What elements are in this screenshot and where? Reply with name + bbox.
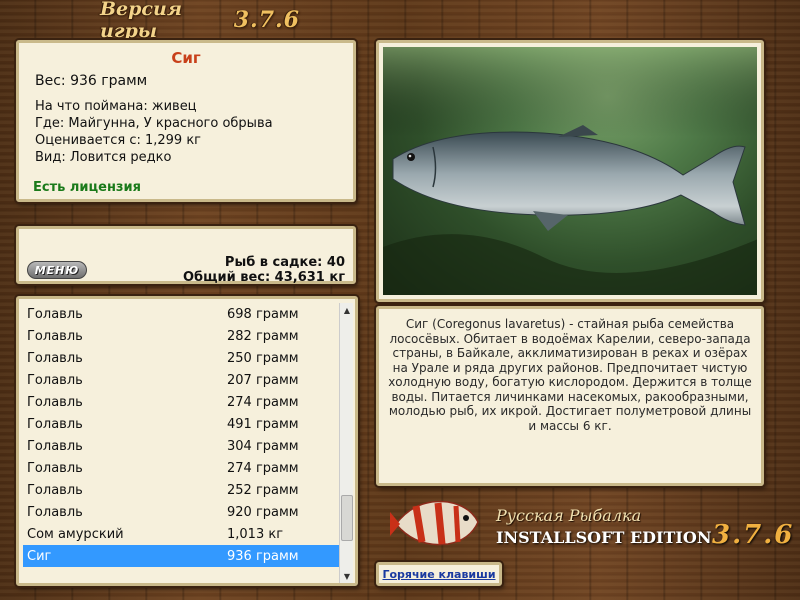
- keepnet-stats-panel: МЕНЮ Рыб в садке: 40 Общий вес: 43,631 к…: [16, 226, 356, 285]
- catch-fish-name: Сом амурский: [27, 526, 124, 542]
- catch-list-row[interactable]: Голавль 491 грамм: [23, 413, 341, 435]
- catch-list-row[interactable]: Голавль 207 грамм: [23, 369, 341, 391]
- catch-list-row[interactable]: Голавль 250 грамм: [23, 347, 341, 369]
- fish-value: Оценивается с: 1,299 кг: [35, 133, 202, 148]
- catch-fish-weight: 920 грамм: [227, 504, 299, 520]
- catch-list-row[interactable]: Голавль 920 грамм: [23, 501, 341, 523]
- list-scrollbar[interactable]: ▲ ▼: [339, 303, 353, 583]
- catch-fish-weight: 304 грамм: [227, 438, 299, 454]
- catch-fish-weight: 282 грамм: [227, 328, 299, 344]
- fish-count: Рыб в садке: 40: [224, 255, 345, 270]
- fish-location: Где: Майгунна, У красного обрыва: [35, 116, 273, 131]
- catch-fish-weight: 252 грамм: [227, 482, 299, 498]
- catch-fish-weight: 274 грамм: [227, 460, 299, 476]
- fish-weight: Вес: 936 грамм: [35, 73, 148, 89]
- catch-fish-name: Голавль: [27, 416, 83, 432]
- keepnet-stats: Рыб в садке: 40 Общий вес: 43,631 кг: [183, 255, 345, 285]
- scroll-thumb[interactable]: [341, 495, 353, 541]
- catch-list[interactable]: Голавль 698 грамм Голавль 282 грамм Голавль 2…: [23, 303, 341, 583]
- fish-info-panel: Сиг Вес: 936 грамм На что поймана: живец…: [16, 40, 356, 202]
- catch-list-row[interactable]: Голавль 304 грамм: [23, 435, 341, 457]
- catch-fish-name: Голавль: [27, 482, 83, 498]
- license-status: Есть лицензия: [33, 180, 141, 195]
- fish-description-panel: Сиг (Coregonus lavaretus) - стайная рыба…: [376, 306, 764, 486]
- catch-fish-name: Голавль: [27, 394, 83, 410]
- catch-fish-weight: 274 грамм: [227, 394, 299, 410]
- catch-fish-name: Голавль: [27, 328, 83, 344]
- hotkeys-link[interactable]: Горячие клавиши: [382, 568, 495, 581]
- fish-bait: На что поймана: живец: [35, 99, 197, 114]
- catch-fish-weight: 207 грамм: [227, 372, 299, 388]
- fish-photo-panel: [376, 40, 764, 302]
- logo-version: 3.7.6: [712, 520, 795, 550]
- fish-logo-icon: [390, 500, 479, 546]
- catch-fish-name: Голавль: [27, 350, 83, 366]
- catch-fish-name: Голавль: [27, 306, 83, 322]
- catch-list-row[interactable]: Голавль 252 грамм: [23, 479, 341, 501]
- catch-fish-weight: 491 грамм: [227, 416, 299, 432]
- catch-list-row[interactable]: Голавль 698 грамм: [23, 303, 341, 325]
- catch-list-row[interactable]: Голавль 274 грамм: [23, 391, 341, 413]
- version-label: Версия игры: [100, 0, 182, 42]
- logo-edition: INSTALLSOFT EDITION: [496, 528, 712, 547]
- catch-fish-weight: 936 грамм: [227, 548, 299, 564]
- logo-title: Русская Рыбалка: [496, 506, 642, 525]
- menu-button[interactable]: МЕНЮ: [27, 261, 87, 279]
- fish-photo: [383, 47, 757, 295]
- fish-description: Сиг (Coregonus lavaretus) - стайная рыба…: [388, 317, 752, 433]
- fish-name: Сиг: [171, 49, 201, 67]
- catch-fish-name: Голавль: [27, 438, 83, 454]
- fish-type: Вид: Ловится редко: [35, 150, 172, 165]
- catch-fish-weight: 698 грамм: [227, 306, 299, 322]
- catch-fish-name: Голавль: [27, 460, 83, 476]
- catch-fish-weight: 1,013 кг: [227, 526, 284, 542]
- catch-list-row[interactable]: Сиг 936 грамм: [23, 545, 341, 567]
- catch-list-panel: Голавль 698 грамм Голавль 282 грамм Голавль 2…: [16, 296, 358, 586]
- catch-list-row[interactable]: Голавль 282 грамм: [23, 325, 341, 347]
- catch-fish-name: Сиг: [27, 548, 52, 564]
- catch-list-row[interactable]: Голавль 274 грамм: [23, 457, 341, 479]
- whitefish-illustration: [383, 47, 757, 295]
- version-number: 3.7.6: [233, 7, 300, 33]
- catch-fish-name: Голавль: [27, 372, 83, 388]
- scroll-up-icon[interactable]: ▲: [340, 303, 354, 317]
- scroll-down-icon[interactable]: ▼: [340, 569, 354, 583]
- hotkeys-panel: Горячие клавиши: [376, 562, 502, 586]
- total-weight: Общий вес: 43,631 кг: [182, 270, 345, 285]
- catch-fish-weight: 250 грамм: [227, 350, 299, 366]
- catch-fish-name: Голавль: [27, 504, 83, 520]
- game-version-title: Версия игры 3.7.6: [100, 0, 300, 42]
- catch-list-row[interactable]: Сом амурский 1,013 кг: [23, 523, 341, 545]
- game-logo: Русская Рыбалка INSTALLSOFT EDITION 3.7.…: [386, 490, 796, 556]
